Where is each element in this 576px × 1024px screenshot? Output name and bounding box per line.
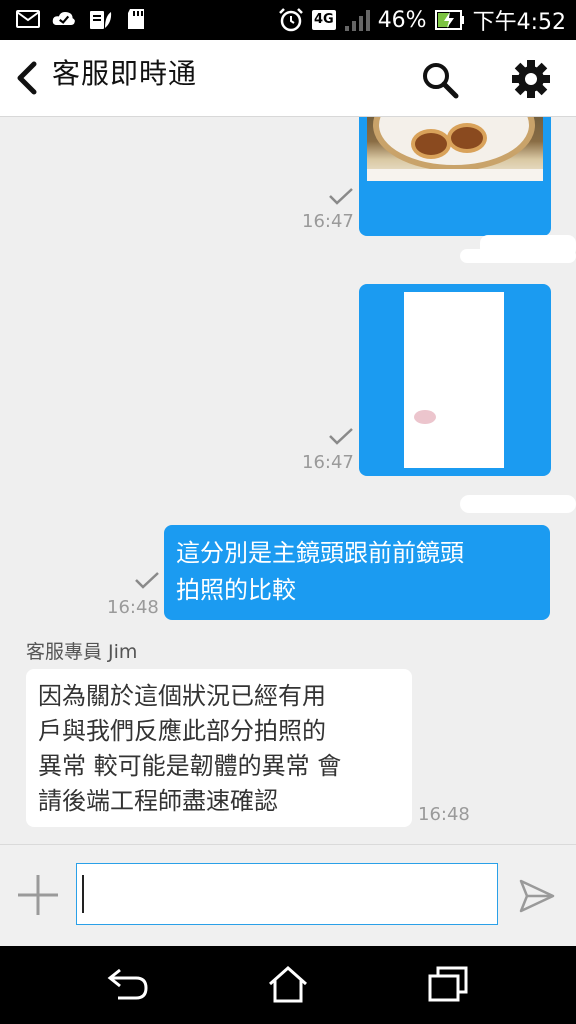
message-time: 16:48 bbox=[418, 804, 470, 825]
message-time: 16:47 bbox=[302, 211, 354, 232]
cloud-check-icon bbox=[52, 12, 75, 25]
outgoing-image-bubble[interactable] bbox=[359, 117, 551, 236]
message-input[interactable] bbox=[76, 863, 498, 925]
attached-photo[interactable] bbox=[367, 117, 543, 181]
battery-percent: 46% bbox=[377, 7, 427, 33]
message-line: 戶與我們反應此部分拍照的 bbox=[38, 717, 326, 745]
signal-icon bbox=[344, 10, 370, 31]
back-chevron-icon[interactable] bbox=[12, 58, 44, 98]
clock: 下午4:52 bbox=[472, 10, 566, 35]
alarm-icon bbox=[279, 8, 303, 32]
message-line: 拍照的比較 bbox=[176, 576, 296, 604]
network-type: 4G bbox=[311, 10, 336, 30]
clipboard-leaf-icon bbox=[90, 11, 112, 29]
battery-charging-icon bbox=[434, 10, 464, 30]
back-icon[interactable] bbox=[106, 964, 150, 1004]
attached-photo[interactable] bbox=[404, 292, 504, 468]
sent-check-icon bbox=[329, 188, 353, 205]
send-icon[interactable] bbox=[518, 877, 556, 915]
sender-name: 客服專員 Jim bbox=[26, 641, 138, 663]
app-bar: 客服即時通 bbox=[0, 40, 576, 117]
notification-icons bbox=[16, 8, 148, 30]
plus-icon[interactable] bbox=[16, 873, 60, 917]
message-line: 請後端工程師盡速確認 bbox=[38, 787, 278, 815]
incoming-text-bubble[interactable]: 因為關於這個狀況已經有用 戶與我們反應此部分拍照的 異常 較可能是韌體的異常 會… bbox=[26, 669, 412, 827]
message-line: 因為關於這個狀況已經有用 bbox=[38, 682, 326, 710]
home-icon[interactable] bbox=[266, 964, 310, 1004]
mail-icon bbox=[16, 10, 40, 28]
outgoing-text-bubble[interactable]: 這分別是主鏡頭跟前前鏡頭 拍照的比較 bbox=[164, 525, 550, 620]
recent-apps-icon[interactable] bbox=[426, 964, 470, 1004]
page-title: 客服即時通 bbox=[52, 57, 198, 90]
chat-thread[interactable]: 16:47 16:47 這分別是主鏡頭跟前前鏡頭 拍照的比較 16:48 客服專… bbox=[0, 117, 576, 844]
message-line: 異常 較可能是韌體的異常 會 bbox=[38, 752, 342, 780]
text-caret bbox=[82, 875, 84, 913]
message-time: 16:48 bbox=[107, 597, 159, 618]
system-navigation-bar bbox=[0, 946, 576, 1024]
sent-check-icon bbox=[135, 572, 159, 589]
search-icon[interactable] bbox=[420, 60, 460, 100]
system-status: 4G 46% 下午4:52 bbox=[278, 4, 566, 36]
message-line: 這分別是主鏡頭跟前前鏡頭 bbox=[176, 539, 464, 567]
gear-icon[interactable] bbox=[510, 58, 552, 100]
status-bar: 4G 46% 下午4:52 bbox=[0, 0, 576, 40]
composer-bar bbox=[0, 844, 576, 947]
sd-card-icon bbox=[128, 9, 144, 29]
sent-check-icon bbox=[329, 428, 353, 445]
outgoing-image-bubble[interactable] bbox=[359, 284, 551, 476]
message-time: 16:47 bbox=[302, 452, 354, 473]
